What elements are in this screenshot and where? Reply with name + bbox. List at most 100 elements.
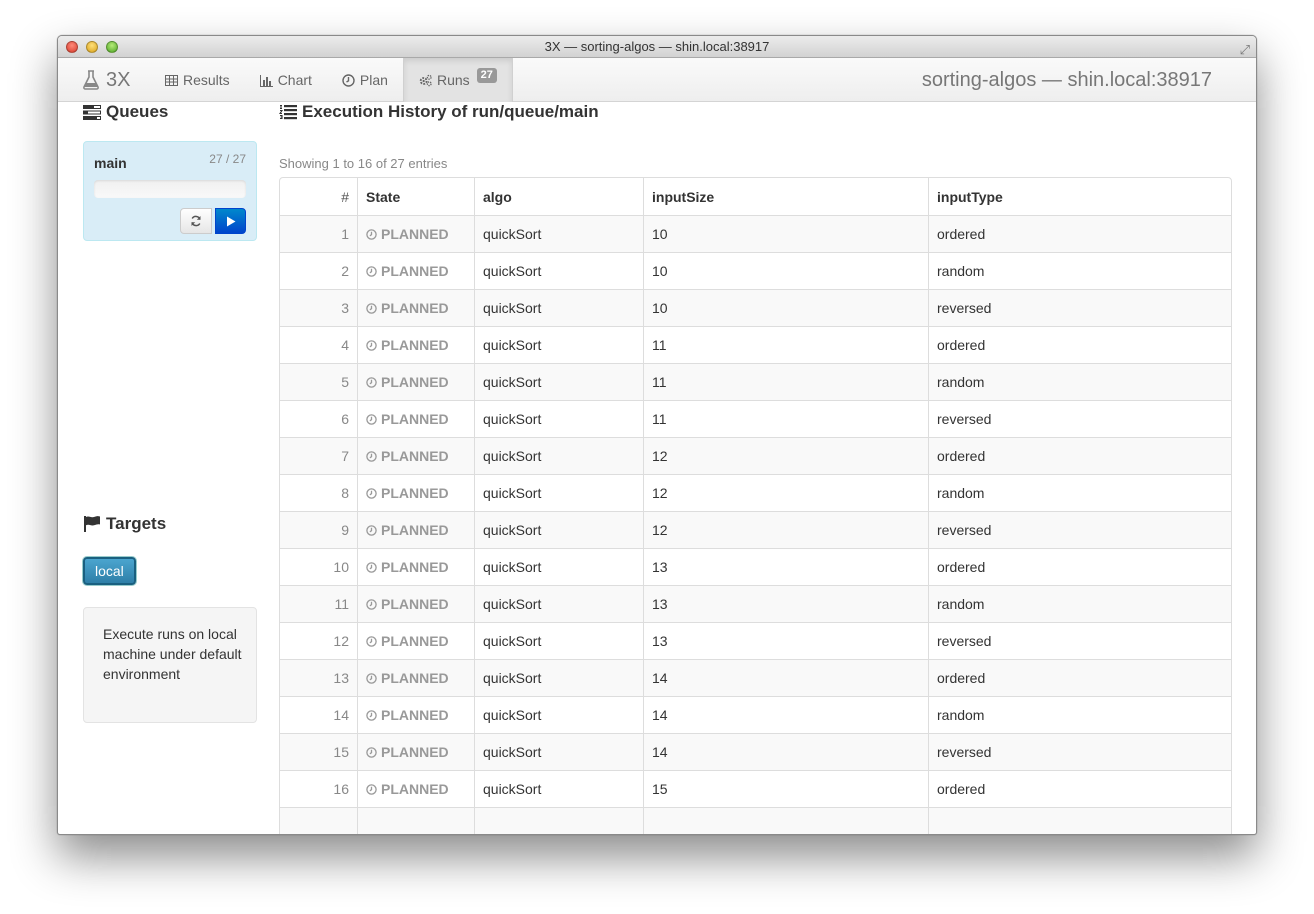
cell-state: PLANNED — [357, 474, 474, 511]
table-row[interactable]: 1 PLANNED quickSort 10 ordered — [280, 215, 1231, 252]
nav-results-label: Results — [183, 72, 230, 88]
table-row[interactable]: 12 PLANNED quickSort 13 reversed — [280, 622, 1231, 659]
entries-info: Showing 1 to 16 of 27 entries — [279, 156, 448, 171]
cell-state: PLANNED — [357, 326, 474, 363]
cell-number: 7 — [280, 437, 357, 474]
list-icon — [279, 104, 297, 120]
column-header-inputtype[interactable]: inputType — [928, 178, 1231, 215]
nav-chart-label: Chart — [277, 72, 312, 88]
target-local-button[interactable]: local — [83, 557, 136, 585]
cell-number: 2 — [280, 252, 357, 289]
table-row[interactable]: 10 PLANNED quickSort 13 ordered — [280, 548, 1231, 585]
cell-algo: quickSort — [474, 215, 643, 252]
start-queue-button[interactable] — [215, 208, 246, 234]
cell-inputtype: reversed — [928, 289, 1231, 326]
clock-icon — [342, 73, 355, 87]
clock-icon — [366, 340, 377, 351]
table-row-partial — [280, 807, 1231, 834]
clock-icon — [366, 488, 377, 499]
nav-plan[interactable]: Plan — [327, 58, 403, 102]
table-row[interactable]: 9 PLANNED quickSort 12 reversed — [280, 511, 1231, 548]
clock-icon — [366, 784, 377, 795]
table-row[interactable]: 16 PLANNED quickSort 15 ordered — [280, 770, 1231, 807]
cell-inputtype: ordered — [928, 548, 1231, 585]
column-header-inputsize[interactable]: inputSize — [643, 178, 928, 215]
state-label: PLANNED — [381, 263, 449, 279]
clock-icon — [366, 636, 377, 647]
table-row[interactable]: 15 PLANNED quickSort 14 reversed — [280, 733, 1231, 770]
state-label: PLANNED — [381, 559, 449, 575]
table-row[interactable]: 8 PLANNED quickSort 12 random — [280, 474, 1231, 511]
state-label: PLANNED — [381, 226, 449, 242]
close-window-button[interactable] — [66, 41, 78, 53]
table-row[interactable]: 7 PLANNED quickSort 12 ordered — [280, 437, 1231, 474]
clock-icon — [366, 414, 377, 425]
cell-inputtype: ordered — [928, 659, 1231, 696]
targets-heading: Targets — [83, 514, 166, 534]
clock-icon — [366, 229, 377, 240]
cell-algo: quickSort — [474, 585, 643, 622]
tasks-icon — [83, 105, 101, 120]
cell-algo: quickSort — [474, 548, 643, 585]
cell-state: PLANNED — [357, 252, 474, 289]
cell-state: PLANNED — [357, 733, 474, 770]
state-label: PLANNED — [381, 337, 449, 353]
cell-algo: quickSort — [474, 733, 643, 770]
window-controls — [66, 41, 118, 53]
cell-number: 4 — [280, 326, 357, 363]
queue-progress-bar — [94, 180, 246, 198]
state-label: PLANNED — [381, 744, 449, 760]
clock-icon — [366, 562, 377, 573]
column-header-number[interactable]: # — [280, 178, 357, 215]
brand-label: 3X — [106, 69, 131, 91]
table-row[interactable]: 13 PLANNED quickSort 14 ordered — [280, 659, 1231, 696]
state-label: PLANNED — [381, 707, 449, 723]
cell-inputsize: 12 — [643, 511, 928, 548]
cell-inputsize: 11 — [643, 326, 928, 363]
cell-state: PLANNED — [357, 215, 474, 252]
column-header-algo[interactable]: algo — [474, 178, 643, 215]
nav-chart[interactable]: Chart — [245, 58, 327, 102]
sidebar: Queues main 27 / 27 Targets local Execut… — [83, 102, 257, 723]
minimize-window-button[interactable] — [86, 41, 98, 53]
column-header-state[interactable]: State — [357, 178, 474, 215]
play-icon — [226, 216, 235, 226]
table-row[interactable]: 5 PLANNED quickSort 11 random — [280, 363, 1231, 400]
brand[interactable]: 3X — [82, 58, 130, 102]
cell-algo: quickSort — [474, 770, 643, 807]
table-row[interactable]: 4 PLANNED quickSort 11 ordered — [280, 326, 1231, 363]
cell-inputsize: 14 — [643, 696, 928, 733]
table-row[interactable]: 3 PLANNED quickSort 10 reversed — [280, 289, 1231, 326]
cell-algo: quickSort — [474, 622, 643, 659]
cell-inputsize: 11 — [643, 400, 928, 437]
cell-inputsize: 10 — [643, 289, 928, 326]
cell-number: 11 — [280, 585, 357, 622]
execution-history-heading: Execution History of run/queue/main — [279, 102, 1232, 122]
cell-algo: quickSort — [474, 400, 643, 437]
state-label: PLANNED — [381, 448, 449, 464]
execution-history-title: Execution History of run/queue/main — [302, 102, 599, 121]
queue-card-main[interactable]: main 27 / 27 — [83, 141, 257, 241]
nav-runs[interactable]: Runs 27 — [402, 58, 513, 102]
cell-state: PLANNED — [357, 622, 474, 659]
zoom-window-button[interactable] — [106, 41, 118, 53]
table-row[interactable]: 14 PLANNED quickSort 14 random — [280, 696, 1231, 733]
table-header-row: # State algo inputSize inputType — [280, 178, 1231, 215]
cell-algo: quickSort — [474, 252, 643, 289]
cell-algo: quickSort — [474, 511, 643, 548]
cell-state: PLANNED — [357, 548, 474, 585]
table-row[interactable]: 11 PLANNED quickSort 13 random — [280, 585, 1231, 622]
cell-inputtype: ordered — [928, 215, 1231, 252]
bar-chart-icon — [259, 74, 273, 87]
nav-results[interactable]: Results — [150, 58, 245, 102]
table-row[interactable]: 2 PLANNED quickSort 10 random — [280, 252, 1231, 289]
state-label: PLANNED — [381, 633, 449, 649]
runs-count-badge: 27 — [476, 67, 497, 83]
cell-inputsize: 12 — [643, 474, 928, 511]
clock-icon — [366, 747, 377, 758]
refresh-queue-button[interactable] — [180, 208, 212, 234]
clock-icon — [366, 673, 377, 684]
table-row[interactable]: 6 PLANNED quickSort 11 reversed — [280, 400, 1231, 437]
cell-inputsize: 13 — [643, 585, 928, 622]
clock-icon — [366, 525, 377, 536]
